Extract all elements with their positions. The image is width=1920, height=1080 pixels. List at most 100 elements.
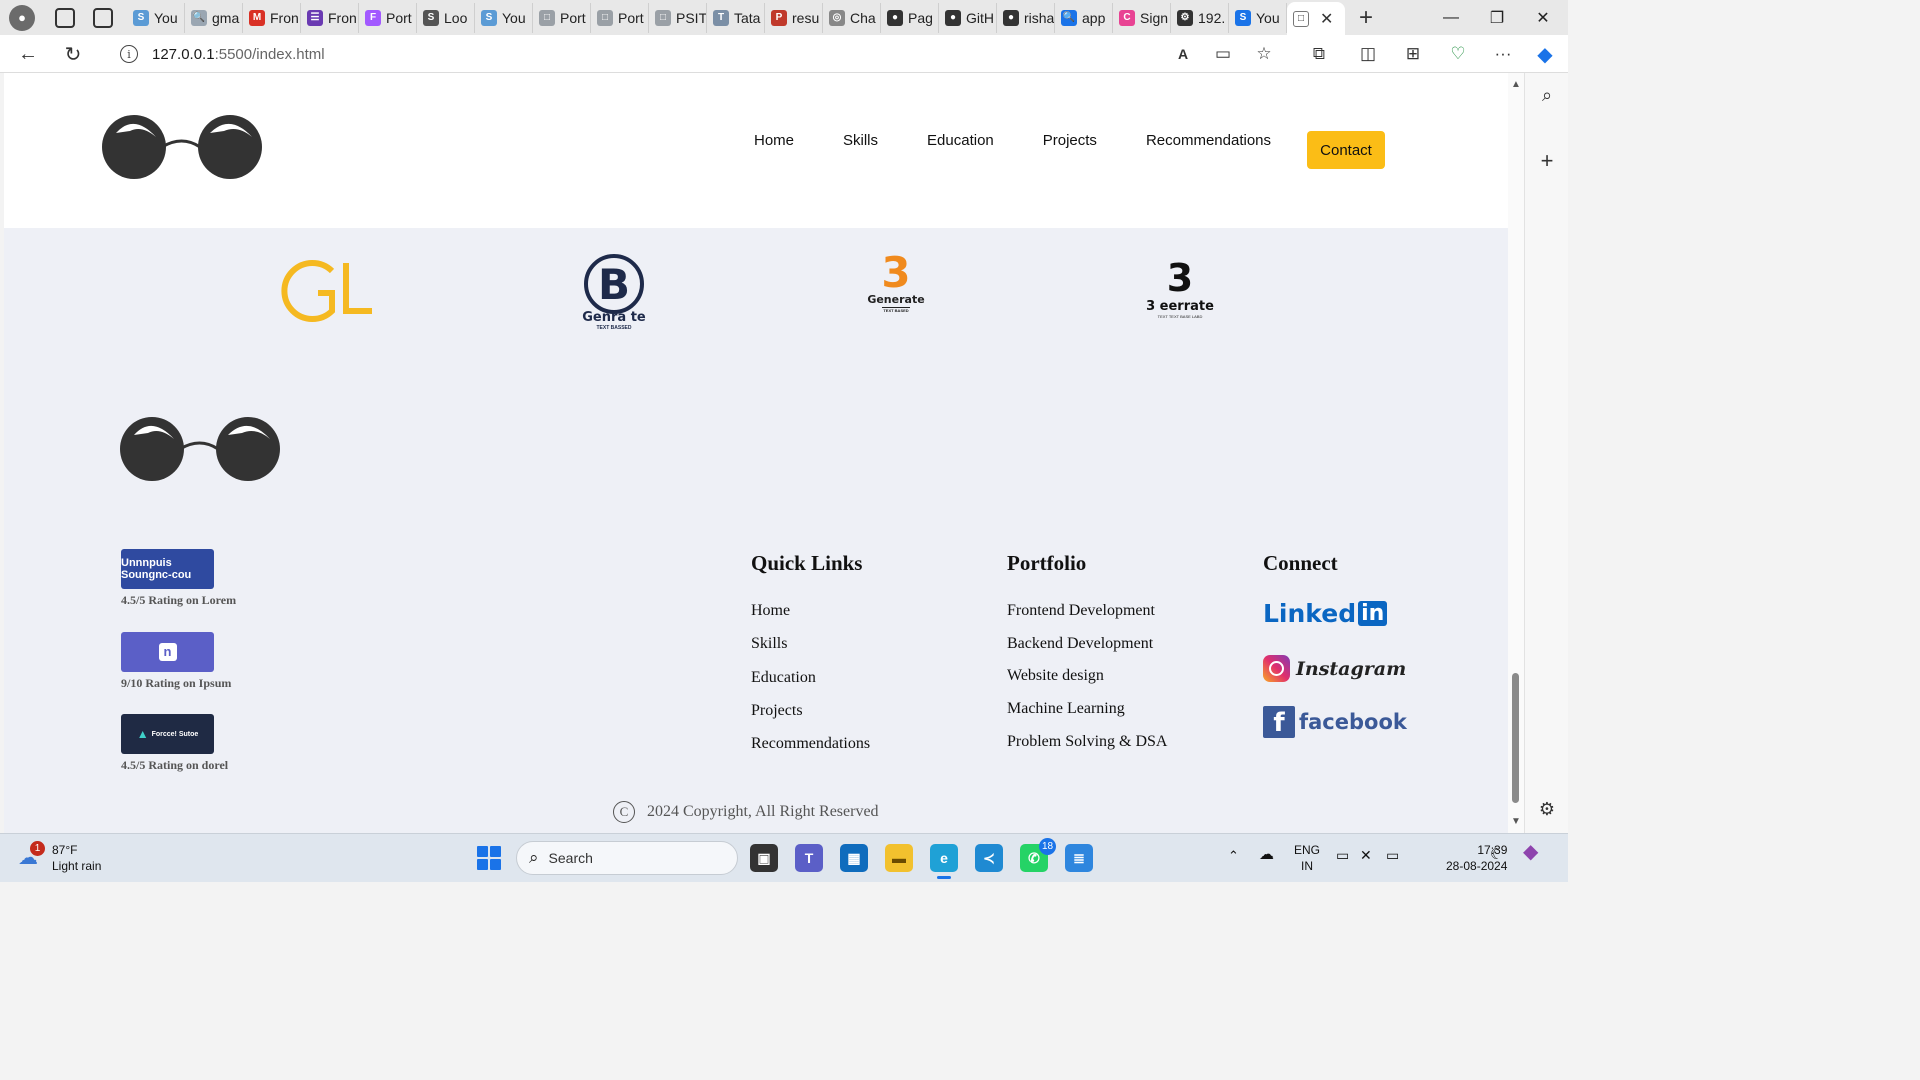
browser-tab[interactable]: M Fron [243, 2, 301, 33]
collections-icon[interactable]: ⊞ [1402, 43, 1424, 65]
file-explorer-icon[interactable]: ▬ [885, 844, 913, 872]
footer-link-home[interactable]: Home [751, 602, 870, 635]
scroll-down-icon[interactable]: ▼ [1511, 816, 1521, 827]
site-info-icon[interactable]: i [120, 45, 138, 63]
browser-tab[interactable]: □ Port [591, 2, 649, 33]
linkedin-link[interactable]: Linked in [1263, 599, 1388, 628]
restore-button[interactable]: ❐ [1474, 0, 1520, 35]
footer-link-projects[interactable]: Projects [751, 702, 870, 735]
onedrive-icon[interactable]: ☁ [1259, 847, 1274, 863]
portfolio-link-dsa[interactable]: Problem Solving & DSA [1007, 733, 1167, 766]
reload-button[interactable]: ↻ [57, 35, 89, 73]
url-text[interactable]: 127.0.0.1:5500/index.html [152, 46, 325, 63]
network-icon[interactable]: ▭ [1336, 847, 1349, 863]
browser-tab[interactable]: ● risha [997, 2, 1055, 33]
browser-tab[interactable]: C Sign [1113, 2, 1171, 33]
browser-tab[interactable]: ● GitH [939, 2, 997, 33]
profile-icon[interactable]: ● [9, 4, 35, 31]
browser-tab[interactable]: ● Pag [881, 2, 939, 33]
instagram-link[interactable]: Instagram [1263, 655, 1406, 682]
minimize-button[interactable]: — [1428, 0, 1474, 35]
browser-tab[interactable]: ◎ Cha [823, 2, 881, 33]
volume-muted-icon[interactable]: ✕ [1360, 847, 1372, 863]
browser-tab[interactable]: 🔍 app [1055, 2, 1113, 33]
sidebar-add-icon[interactable]: + [1535, 148, 1559, 173]
footer-link-recommendations[interactable]: Recommendations [751, 735, 870, 768]
vscode-icon[interactable]: ≺ [975, 844, 1003, 872]
browser-tab[interactable]: F Port [359, 2, 417, 33]
windows-start-icon[interactable] [477, 846, 501, 870]
browser-tab[interactable]: □ PSIT [649, 2, 707, 33]
rating-badge-dorel[interactable]: ▲ Forcce! Sutoe [121, 714, 214, 754]
teams-icon[interactable]: T [795, 844, 823, 872]
nav-projects[interactable]: Projects [1043, 132, 1097, 149]
contact-button[interactable]: Contact [1307, 131, 1385, 169]
copyright-text: 2024 Copyright, All Right Reserved [647, 803, 879, 820]
show-hidden-icons[interactable]: ⌃ [1228, 848, 1239, 864]
nav-home[interactable]: Home [754, 132, 794, 149]
browser-tab[interactable]: ☰ Fron [301, 2, 359, 33]
language-indicator[interactable]: ENG IN [1294, 842, 1320, 874]
footer-link-education[interactable]: Education [751, 669, 870, 702]
edge-icon[interactable]: e [930, 844, 958, 879]
browser-tab[interactable]: □ Port [533, 2, 591, 33]
browser-tab[interactable]: Presu [765, 2, 823, 33]
browser-tab[interactable]: 🔍 gma [185, 2, 243, 33]
tab-label: Port [386, 9, 412, 26]
tab-label: resu [792, 9, 820, 26]
favorite-star-icon[interactable]: ☆ [1253, 43, 1275, 65]
browser-tab[interactable]: T Tata [707, 2, 765, 33]
sidebar-settings-icon[interactable]: ⚙ [1535, 797, 1559, 821]
browser-tab[interactable]: S You [475, 2, 533, 33]
nav-skills[interactable]: Skills [843, 132, 878, 149]
sunglasses-logo-icon[interactable] [102, 111, 262, 181]
split-screen-icon[interactable]: ◫ [1357, 43, 1379, 65]
close-tab-icon[interactable]: ✕ [1320, 9, 1333, 29]
workspaces-icon[interactable] [55, 7, 75, 28]
nav-recommendations[interactable]: Recommendations [1146, 132, 1271, 149]
scrollbar-thumb[interactable] [1512, 673, 1519, 803]
copilot-taskbar-icon[interactable]: ◆ [1523, 842, 1538, 862]
scroll-up-icon[interactable]: ▲ [1511, 79, 1521, 90]
taskbar-search[interactable]: ⌕ Search [516, 841, 738, 875]
browser-tab[interactable]: S You [127, 2, 185, 33]
back-button[interactable]: ← [12, 35, 44, 73]
tab-favicon-icon: S [423, 9, 439, 26]
facebook-link[interactable]: f facebook [1263, 706, 1407, 738]
read-aloud-icon[interactable]: A [1172, 43, 1194, 65]
rating-badge-ipsum[interactable]: n [121, 632, 214, 672]
extensions-icon[interactable]: ⧉ [1308, 43, 1330, 65]
more-menu-icon[interactable]: ··· [1492, 43, 1514, 65]
tab-actions-icon[interactable] [93, 7, 113, 28]
performance-icon[interactable]: ♡ [1447, 43, 1469, 65]
browser-tab[interactable]: S You [1229, 2, 1287, 33]
battery-icon[interactable]: ▭ [1386, 847, 1399, 863]
copilot-icon[interactable]: ◆ [1534, 43, 1556, 66]
footer-link-skills[interactable]: Skills [751, 635, 870, 668]
task-view-icon[interactable]: ▣ [750, 844, 778, 872]
immersive-reader-icon[interactable]: ▭ [1212, 43, 1234, 65]
whatsapp-icon[interactable]: ✆ 18 [1020, 838, 1056, 872]
portfolio-link-web-design[interactable]: Website design [1007, 667, 1167, 700]
portfolio-link-backend[interactable]: Backend Development [1007, 635, 1167, 668]
browser-tab[interactable]: S Loo [417, 2, 475, 33]
portfolio-link-ml[interactable]: Machine Learning [1007, 700, 1167, 733]
linkedin-icon: in [1358, 601, 1388, 626]
url-path: :5500/index.html [214, 45, 325, 63]
close-window-button[interactable]: ✕ [1520, 0, 1566, 35]
sidebar-search-icon[interactable]: ⌕ [1535, 83, 1559, 107]
lang-2: IN [1301, 859, 1313, 873]
tab-label: Loo [444, 9, 468, 26]
store-icon[interactable]: ▦ [840, 844, 868, 872]
portfolio-link-frontend[interactable]: Frontend Development [1007, 602, 1167, 635]
nav-education[interactable]: Education [927, 132, 994, 149]
url-field[interactable]: i 127.0.0.1:5500/index.html [102, 38, 1288, 70]
active-tab[interactable]: □ ✕ [1287, 2, 1345, 35]
browser-tab[interactable]: ⚙ 192. [1171, 2, 1229, 33]
notepad-icon[interactable]: ≣ [1065, 844, 1093, 872]
notifications-icon[interactable]: ☾ [1490, 847, 1503, 863]
weather-widget[interactable]: ☁ 1 87°F Light rain [18, 841, 101, 874]
page-scrollbar[interactable]: ▲ ▼ [1508, 73, 1524, 833]
rating-badge-lorem[interactable]: Unnnpuis Soungnc-cou [121, 549, 214, 589]
new-tab-button[interactable]: + [1359, 4, 1373, 32]
